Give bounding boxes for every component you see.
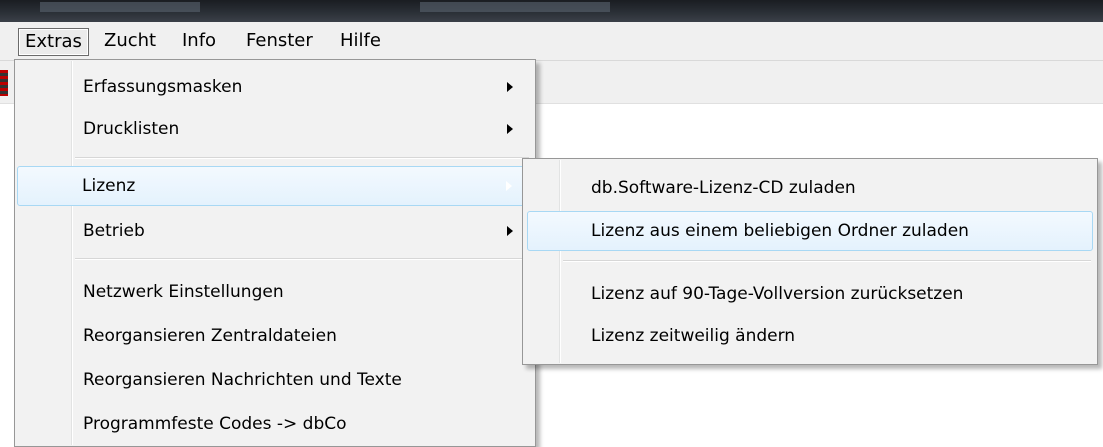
- app-icon: [0, 70, 8, 96]
- menu-item-label: Reorgansieren Zentraldateien: [83, 326, 337, 346]
- submenu-arrow-icon: [507, 82, 513, 92]
- menu-item-label: Reorgansieren Nachrichten und Texte: [83, 370, 402, 390]
- menu-item-label: Netzwerk Einstellungen: [83, 282, 284, 302]
- submenu-item-label: db.Software-Lizenz-CD zuladen: [591, 178, 856, 198]
- submenu-arrow-icon: [506, 181, 512, 191]
- title-strip-highlight: [40, 2, 200, 12]
- menu-item-label: Lizenz: [82, 176, 136, 196]
- submenu-item-label: Lizenz zeitweilig ändern: [591, 326, 796, 346]
- menu-item-netzwerk-einstellungen[interactable]: Netzwerk Einstellungen: [17, 272, 531, 312]
- submenu-item-lizenz-ordner[interactable]: Lizenz aus einem beliebigen Ordner zulad…: [527, 211, 1093, 251]
- menu-item-label: Betrieb: [83, 221, 145, 241]
- menu-item-label: Erfassungsmasken: [83, 77, 243, 97]
- submenu-item-label: Lizenz auf 90-Tage-Vollversion zurückset…: [591, 284, 964, 304]
- submenu-arrow-icon: [507, 124, 513, 134]
- submenu-item-lizenz-reset[interactable]: Lizenz auf 90-Tage-Vollversion zurückset…: [525, 274, 1093, 314]
- window-title-strip: [0, 0, 1103, 22]
- menu-separator: [75, 157, 529, 159]
- menu-item-drucklisten[interactable]: Drucklisten: [17, 109, 531, 149]
- menu-separator: [563, 260, 1091, 262]
- menu-item-programmfeste-codes[interactable]: Programmfeste Codes -> dbCo: [17, 404, 531, 444]
- menu-item-label: Drucklisten: [83, 119, 180, 139]
- menu-bar: Extras Zucht Info Fenster Hilfe: [0, 22, 1103, 61]
- menu-hilfe[interactable]: Hilfe: [334, 28, 387, 54]
- menu-zucht[interactable]: Zucht: [98, 28, 162, 54]
- menu-extras[interactable]: Extras: [18, 28, 89, 56]
- submenu-item-lizenz-aendern[interactable]: Lizenz zeitweilig ändern: [525, 316, 1093, 356]
- menu-item-reorg-nachrichten[interactable]: Reorgansieren Nachrichten und Texte: [17, 360, 531, 400]
- menu-separator: [75, 258, 529, 260]
- menu-item-reorg-zentraldateien[interactable]: Reorgansieren Zentraldateien: [17, 316, 531, 356]
- submenu-item-label: Lizenz aus einem beliebigen Ordner zulad…: [591, 221, 969, 241]
- menu-info[interactable]: Info: [176, 28, 222, 54]
- extras-dropdown: Erfassungsmasken Drucklisten Lizenz Betr…: [14, 59, 536, 447]
- menu-item-erfassungsmasken[interactable]: Erfassungsmasken: [17, 67, 531, 107]
- submenu-arrow-icon: [507, 226, 513, 236]
- menu-item-label: Programmfeste Codes -> dbCo: [83, 414, 347, 434]
- submenu-item-lizenz-cd[interactable]: db.Software-Lizenz-CD zuladen: [525, 168, 1093, 208]
- title-strip-highlight: [420, 2, 610, 12]
- lizenz-submenu: db.Software-Lizenz-CD zuladen Lizenz aus…: [522, 158, 1098, 365]
- menu-fenster[interactable]: Fenster: [240, 28, 319, 54]
- menu-item-betrieb[interactable]: Betrieb: [17, 211, 531, 251]
- menu-item-lizenz[interactable]: Lizenz: [17, 166, 531, 206]
